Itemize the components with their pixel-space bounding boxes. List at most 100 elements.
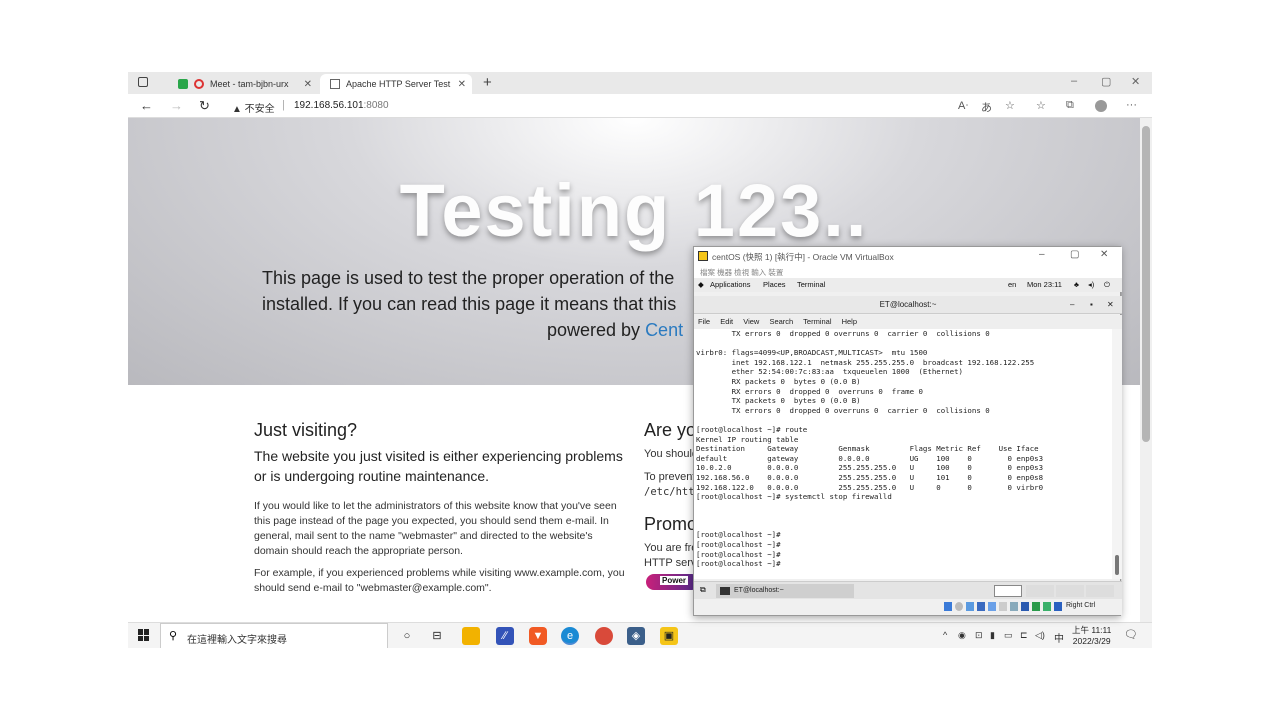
terminal-maximize-button[interactable]: ▪ (1090, 296, 1093, 314)
chrome-icon[interactable] (595, 627, 613, 645)
gnome-power-icon[interactable]: ⏻ (1104, 280, 1110, 290)
translate-icon[interactable]: あ (981, 99, 992, 115)
tab-meet[interactable]: Meet - tam-bjbn-urx ✕ (168, 74, 318, 94)
clock-date: 2022/3/29 (1072, 636, 1111, 646)
virtualbox-manager-icon[interactable]: ∕∕ (496, 627, 514, 645)
tab-actions-icon[interactable] (138, 77, 148, 87)
usb-status-icon[interactable] (988, 602, 996, 611)
more-menu-button[interactable]: ··· (1126, 99, 1137, 111)
centos-link[interactable]: Cent (645, 320, 683, 340)
windows-taskbar: ⚲ 在這裡輸入文字來搜尋 ○ ⊟ ∕∕ ▼ e ◈ ▣ ^ ◉ ⊡ ▮ ▭ ⊏ … (128, 622, 1152, 648)
workspace-3[interactable] (1056, 585, 1084, 597)
tray-app-icon[interactable]: ◉ (958, 630, 966, 641)
menu-terminal[interactable]: Terminal (803, 317, 831, 326)
terminal-scrollbar[interactable] (1112, 329, 1122, 579)
new-tab-button[interactable]: + (483, 74, 492, 91)
security-warning[interactable]: ▲ 不安全 (232, 100, 275, 115)
collections-icon[interactable]: ⧉ (1066, 99, 1074, 112)
recording-status-icon[interactable] (1021, 602, 1029, 611)
url-field[interactable]: 192.168.56.101:8080 (294, 100, 389, 111)
window-list-label: ET@localhost:~ (734, 587, 784, 594)
forward-button[interactable]: → (170, 98, 183, 113)
maximize-button[interactable]: ▢ (1101, 75, 1111, 88)
menu-edit[interactable]: Edit (720, 317, 733, 326)
gnome-applications-menu[interactable]: Applications (710, 280, 750, 289)
audio-status-icon[interactable] (966, 602, 974, 611)
reload-button[interactable]: ↻ (199, 98, 210, 114)
mouse-integration-icon[interactable] (1043, 602, 1051, 611)
gnome-clock[interactable]: Mon 23:11 (1027, 280, 1062, 289)
terminal-minimize-button[interactable]: – (1070, 296, 1074, 314)
terminal-scroll-thumb[interactable] (1115, 555, 1119, 575)
shared-folder-icon[interactable] (999, 602, 1007, 611)
file-explorer-icon[interactable] (462, 627, 480, 645)
favorites-icon[interactable]: ☆ (1036, 99, 1046, 112)
virtualbox-icon[interactable]: ◈ (627, 627, 645, 645)
profile-avatar-icon[interactable] (1095, 100, 1107, 112)
network-status-icon[interactable] (977, 602, 985, 611)
gnome-network-icon[interactable]: ♣ (1074, 280, 1079, 289)
close-tab-icon[interactable]: ✕ (304, 79, 312, 90)
tab-apache[interactable]: Apache HTTP Server Test Page p ✕ (320, 74, 472, 94)
window-list-item[interactable]: ET@localhost:~ (716, 584, 854, 598)
hero-title: Testing 123.. (399, 169, 869, 252)
terminal-line: [root@localhost ~]# (696, 540, 781, 550)
terminal-output[interactable]: TX errors 0 dropped 0 overruns 0 carrier… (694, 329, 1112, 579)
brave-icon[interactable]: ▼ (529, 627, 547, 645)
close-window-button[interactable]: ✕ (1131, 75, 1140, 88)
read-aloud-icon[interactable]: Aᐧ (958, 99, 968, 112)
tray-expand-icon[interactable]: ^ (943, 630, 947, 640)
back-button[interactable]: ← (140, 98, 153, 113)
workspace-2[interactable] (1026, 585, 1054, 597)
workspace-switcher[interactable] (994, 585, 1022, 597)
taskbar-search[interactable]: ⚲ 在這裡輸入文字來搜尋 (160, 623, 388, 648)
gnome-terminal-menu[interactable]: Terminal (797, 280, 825, 289)
virtualbox-vm-icon[interactable]: ▣ (660, 627, 678, 645)
battery-icon[interactable]: ▭ (1004, 630, 1013, 641)
network-icon[interactable]: ⊡ (975, 630, 983, 641)
terminal-close-button[interactable]: ✕ (1107, 296, 1114, 314)
terminal-line: 192.168.122.0 0.0.0.0 255.255.255.0 U 0 … (696, 482, 1044, 492)
terminal-titlebar[interactable]: ET@localhost:~ – ▪ ✕ (694, 296, 1122, 314)
tab-title: Apache HTTP Server Test Page p (346, 79, 451, 89)
notification-icon[interactable]: 🗨 (1124, 628, 1138, 641)
windows-start-icon[interactable] (138, 629, 150, 641)
gnome-language[interactable]: en (1008, 280, 1016, 289)
favorite-add-icon[interactable]: ☆ (1005, 99, 1015, 112)
scrollbar-thumb[interactable] (1142, 126, 1150, 442)
task-view-icon[interactable]: ⊟ (428, 627, 446, 645)
vbox-titlebar[interactable]: centOS (快照 1) [執行中] - Oracle VM VirtualB… (694, 247, 1122, 265)
vbox-close-button[interactable]: ✕ (1100, 249, 1108, 260)
volume-icon[interactable]: ◁) (1035, 630, 1045, 641)
microphone-icon[interactable]: ▮ (990, 630, 995, 641)
virtualbox-window[interactable]: centOS (快照 1) [執行中] - Oracle VM VirtualB… (693, 246, 1122, 616)
workspace-4[interactable] (1086, 585, 1114, 597)
display-icon[interactable]: ⊏ (1020, 630, 1028, 641)
edge-icon[interactable]: e (561, 627, 579, 645)
cortana-icon[interactable]: ○ (398, 627, 416, 645)
gnome-volume-icon[interactable]: ◂) (1088, 280, 1094, 289)
hdd-status-icon[interactable] (944, 602, 952, 611)
keyboard-status-icon[interactable] (1054, 602, 1062, 611)
show-desktop-icon[interactable]: ⧉ (700, 585, 706, 595)
display-status-icon[interactable] (1010, 602, 1018, 611)
system-clock[interactable]: 上午 11:11 2022/3/29 (1072, 625, 1111, 647)
menu-search[interactable]: Search (769, 317, 793, 326)
vbox-maximize-button[interactable]: ▢ (1070, 249, 1079, 260)
menu-view[interactable]: View (743, 317, 759, 326)
minimize-button[interactable]: – (1071, 75, 1077, 87)
menu-file[interactable]: File (698, 317, 710, 326)
close-tab-icon[interactable]: ✕ (458, 79, 466, 90)
terminal-title: ET@localhost:~ (879, 300, 937, 309)
menu-help[interactable]: Help (842, 317, 857, 326)
powered-by-badge[interactable]: Power (646, 574, 694, 590)
cpu-status-icon[interactable] (1032, 602, 1040, 611)
ime-indicator[interactable]: 中 (1054, 630, 1064, 645)
gnome-places-menu[interactable]: Places (763, 280, 786, 289)
vbox-minimize-button[interactable]: – (1039, 249, 1045, 260)
vbox-menubar[interactable]: 檔案 機器 檢視 輸入 裝置 (694, 265, 1122, 278)
search-icon: ⚲ (169, 630, 178, 642)
optical-status-icon[interactable] (955, 602, 963, 611)
page-scrollbar[interactable] (1140, 118, 1152, 622)
